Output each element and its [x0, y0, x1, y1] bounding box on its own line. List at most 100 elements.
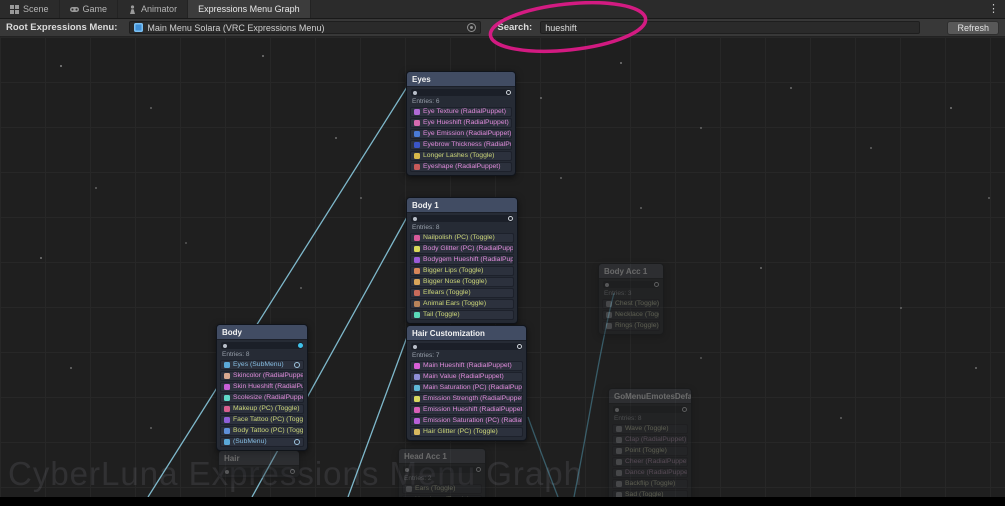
node-input-port[interactable]	[405, 467, 409, 472]
menu-entry[interactable]: Eyebrow Thickness (RadialPuppet)	[410, 140, 512, 150]
graph-node-body1[interactable]: Body 1 Entries: 8 Nailpolish (PC) (Toggle)…	[406, 197, 518, 324]
node-output-port[interactable]	[506, 90, 511, 95]
menu-entry[interactable]: Animal Ears (Toggle)	[410, 299, 514, 309]
entry-label: Eye Texture (RadialPuppet)	[423, 107, 506, 115]
menu-entry[interactable]: Rings (Toggle)	[602, 321, 660, 331]
node-title[interactable]: Body Acc 1	[599, 264, 663, 279]
menu-entry[interactable]: Emission Saturation (PC) (RadialPuppet)	[410, 416, 523, 426]
menu-entry[interactable]: Body Tattoo (PC) (Toggle)	[220, 426, 304, 436]
graph-canvas[interactable]: CyberLuna Expressions Menu Graph Eyes Ent…	[0, 37, 1005, 497]
graph-node-gomenu[interactable]: GoMenuEmotesDefault Entries: 8 Wave (Toggl…	[608, 388, 692, 497]
entry-label: Bodygem Hueshift (RadialPuppet)	[423, 255, 514, 263]
menu-entry[interactable]: Skincolor (RadialPuppet)	[220, 371, 304, 381]
tab-bar: Scene Game Animator Expressions Menu Gra…	[0, 0, 1005, 19]
node-title[interactable]: Head Acc 1	[399, 449, 485, 464]
menu-entry[interactable]: Head ear (Toggle)	[402, 495, 482, 497]
tab-scene[interactable]: Scene	[0, 0, 60, 18]
menu-entry[interactable]: Scolesize (RadialPuppet)	[220, 393, 304, 403]
menu-entry[interactable]: Main Hueshift (RadialPuppet)	[410, 361, 523, 371]
menu-entry[interactable]: Wave (Toggle)	[612, 424, 688, 434]
menu-entry[interactable]: Emission Hueshift (RadialPuppet)	[410, 405, 523, 415]
tab-game[interactable]: Game	[60, 0, 119, 18]
menu-entry[interactable]: Body Glitter (PC) (RadialPuppet)	[410, 244, 514, 254]
menu-entry[interactable]: Sad (Toggle)	[612, 490, 688, 497]
entry-label: Body Glitter (PC) (RadialPuppet)	[423, 244, 514, 252]
menu-entry[interactable]: Eyes (SubMenu)	[220, 360, 304, 370]
node-output-port[interactable]	[476, 467, 481, 472]
node-input-port[interactable]	[615, 407, 619, 412]
entry-icon	[414, 385, 420, 391]
refresh-button[interactable]: Refresh	[947, 20, 999, 35]
node-input-port[interactable]	[225, 469, 229, 474]
graph-node-hair[interactable]: Hair	[218, 450, 300, 478]
node-output-port[interactable]	[682, 407, 687, 412]
menu-entry[interactable]: Eye Emission (RadialPuppet)	[410, 129, 512, 139]
graph-node-hairc[interactable]: Hair Customization Entries: 7 Main Hueshif…	[406, 325, 527, 441]
menu-entry[interactable]: Eye Hueshift (RadialPuppet)	[410, 118, 512, 128]
root-menu-object-field[interactable]: Main Menu Solara (VRC Expressions Menu)	[129, 21, 482, 34]
node-title[interactable]: Eyes	[407, 72, 515, 87]
entry-label: Makeup (PC) (Toggle)	[233, 404, 300, 412]
menu-entry[interactable]: Bigger Lips (Toggle)	[410, 266, 514, 276]
entries-count: Entries: 2	[404, 475, 432, 482]
menu-entry[interactable]: Main Value (RadialPuppet)	[410, 372, 523, 382]
graph-node-eyes[interactable]: Eyes Entries: 6 Eye Texture (RadialPuppet)…	[406, 71, 516, 176]
node-title[interactable]: Body 1	[407, 198, 517, 213]
menu-entry[interactable]: Makeup (PC) (Toggle)	[220, 404, 304, 414]
menu-entry[interactable]: Bigger Nose (Toggle)	[410, 277, 514, 287]
node-output-port[interactable]	[517, 344, 522, 349]
entry-label: Chest (Toggle)	[615, 299, 660, 307]
menu-entry[interactable]: Skin Hueshift (RadialPuppet)	[220, 382, 304, 392]
node-layer: Eyes Entries: 6 Eye Texture (RadialPuppet)…	[0, 37, 1005, 497]
entry-label: Tail (Toggle)	[423, 310, 460, 318]
menu-entry[interactable]: Necklace (Toggle)	[602, 310, 660, 320]
kebab-menu-icon[interactable]: ⋮	[988, 2, 999, 15]
menu-entry[interactable]: Cheer (RadialPuppet)	[612, 457, 688, 467]
node-title[interactable]: GoMenuEmotesDefault	[609, 389, 691, 404]
node-title[interactable]: Hair	[219, 451, 299, 466]
node-input-port[interactable]	[413, 344, 417, 349]
menu-entry[interactable]: Eyeshape (RadialPuppet)	[410, 162, 512, 172]
search-input[interactable]	[540, 21, 921, 34]
entry-icon	[606, 323, 612, 329]
menu-entry[interactable]: Chest (Toggle)	[602, 299, 660, 309]
node-input-port[interactable]	[413, 90, 417, 95]
node-input-port[interactable]	[223, 343, 227, 348]
menu-entry[interactable]: Clap (RadialPuppet)	[612, 435, 688, 445]
node-output-port[interactable]	[654, 282, 659, 287]
menu-entry[interactable]: Backflip (Toggle)	[612, 479, 688, 489]
entry-label: Cheer (RadialPuppet)	[625, 457, 688, 465]
menu-entry[interactable]: Hair Glitter (PC) (Toggle)	[410, 427, 523, 437]
menu-entry[interactable]: Point (Toggle)	[612, 446, 688, 456]
node-input-port[interactable]	[605, 282, 609, 287]
node-title[interactable]: Body	[217, 325, 307, 340]
menu-entry[interactable]: (SubMenu)	[220, 437, 304, 447]
menu-entry[interactable]: Main Saturation (PC) (RadialPuppet)	[410, 383, 523, 393]
tab-animator[interactable]: Animator	[118, 0, 189, 18]
menu-entry[interactable]: Dance (RadialPuppet)	[612, 468, 688, 478]
menu-entry[interactable]: Tail (Toggle)	[410, 310, 514, 320]
menu-entry[interactable]: Ears (Toggle)	[402, 484, 482, 494]
menu-entry[interactable]: Longer Lashes (Toggle)	[410, 151, 512, 161]
menu-entry[interactable]: Bodygem Hueshift (RadialPuppet)	[410, 255, 514, 265]
node-output-port[interactable]	[290, 469, 295, 474]
graph-node-headacc1[interactable]: Head Acc 1 Entries: 2 Ears (Toggle) Head ea…	[398, 448, 486, 497]
node-input-port[interactable]	[413, 216, 417, 221]
node-output-port[interactable]	[298, 343, 303, 348]
menu-entry[interactable]: Elfears (Toggle)	[410, 288, 514, 298]
entry-label: Emission Strength (RadialPuppet)	[423, 394, 523, 402]
menu-entry[interactable]: Eye Texture (RadialPuppet)	[410, 107, 512, 117]
entries-count: Entries: 3	[604, 290, 632, 297]
menu-entry[interactable]: Face Tattoo (PC) (Toggle)	[220, 415, 304, 425]
entries-count: Entries: 6	[412, 98, 440, 105]
graph-node-body[interactable]: Body Entries: 8 Eyes (SubMenu) Skincolor (R…	[216, 324, 308, 451]
object-picker-icon[interactable]	[467, 23, 477, 32]
tab-expressions-menu-graph[interactable]: Expressions Menu Graph	[188, 0, 311, 18]
node-title[interactable]: Hair Customization	[407, 326, 526, 341]
node-output-port[interactable]	[508, 216, 513, 221]
graph-node-bodyacc1[interactable]: Body Acc 1 Entries: 3 Chest (Toggle) Neckla…	[598, 263, 664, 335]
node-port-bar	[411, 215, 513, 222]
menu-entry[interactable]: Emission Strength (RadialPuppet)	[410, 394, 523, 404]
menu-entry[interactable]: Nailpolish (PC) (Toggle)	[410, 233, 514, 243]
entry-label: Main Hueshift (RadialPuppet)	[423, 361, 512, 369]
